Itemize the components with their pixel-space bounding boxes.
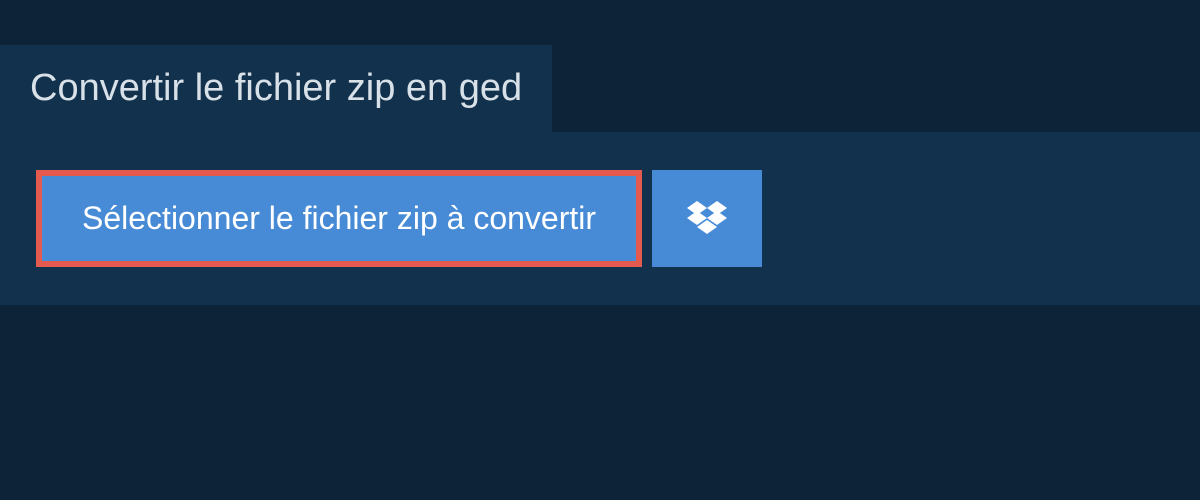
select-file-label: Sélectionner le fichier zip à convertir <box>82 200 596 237</box>
select-file-button[interactable]: Sélectionner le fichier zip à convertir <box>36 170 642 267</box>
header-tab: Convertir le fichier zip en ged <box>0 45 552 132</box>
dropbox-button[interactable] <box>652 170 762 267</box>
page-title: Convertir le fichier zip en ged <box>30 67 522 109</box>
dropbox-icon <box>687 201 727 237</box>
button-row: Sélectionner le fichier zip à convertir <box>36 170 1164 267</box>
main-panel: Sélectionner le fichier zip à convertir <box>0 132 1200 305</box>
